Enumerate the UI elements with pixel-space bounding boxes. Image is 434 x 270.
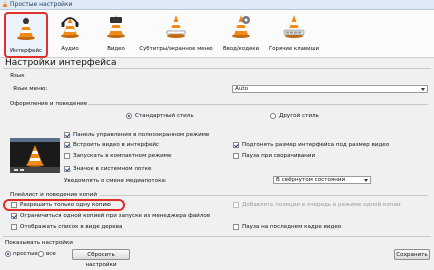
notify-label: Уведомлять о смене медиапотока: (64, 178, 167, 184)
page-title: Настройки интерфейса (5, 58, 117, 68)
tab-interface[interactable]: Интерфейс (4, 12, 48, 58)
audio-cone-headphones-icon (61, 17, 79, 38)
video-cone-icon (107, 15, 125, 38)
notify-select[interactable]: В свёрнутом состоянии (273, 176, 371, 184)
codecs-cone-icon (232, 15, 250, 38)
tab-hotkeys[interactable]: Горячие клавиши (266, 12, 322, 54)
pause-minimized-checkbox[interactable] (233, 153, 239, 159)
tab-subtitles[interactable]: Субтитры/экранное меню (136, 12, 216, 54)
window-titlebar: Простые настройки (0, 0, 434, 10)
hotkeys-cone-icon (283, 15, 305, 38)
tab-audio-label: Аудио (61, 46, 79, 52)
native-style-label: Стандартный стиль (135, 113, 194, 119)
playlist-tree-label: Отображать список в виде дерева (20, 224, 123, 230)
pause-minimized-label: Пауза при сворачивании (242, 153, 316, 159)
menu-language-value: Auto (235, 86, 248, 92)
embed-video-label: Встроить видео в интерфейс (73, 142, 160, 148)
minimal-mode-checkbox[interactable] (64, 153, 70, 159)
tab-codecs[interactable]: Ввод/кодеки (218, 12, 264, 54)
other-style-radio[interactable] (270, 113, 276, 119)
chevron-down-icon (421, 88, 425, 91)
tab-video[interactable]: Видео (98, 12, 134, 54)
embed-video-checkbox[interactable] (64, 142, 70, 148)
notify-value: В свёрнутом состоянии (276, 177, 346, 183)
divider (3, 68, 431, 69)
menu-language-label: Язык меню: (13, 86, 48, 92)
divider (100, 195, 428, 196)
systray-icon-label: Значок в системном лотке (73, 166, 152, 172)
tab-subtitles-label: Субтитры/экранное меню (139, 46, 213, 52)
one-instance-file-manager-label: Ограничиться одной копией при запуске из… (20, 213, 211, 219)
enqueue-one-instance-label: Добавлять позиции в очередь в режиме одн… (242, 202, 401, 208)
enqueue-one-instance-checkbox[interactable] (233, 202, 239, 208)
save-button[interactable]: Сохранить (394, 249, 430, 260)
tab-codecs-label: Ввод/кодеки (222, 46, 260, 52)
category-toolbar: Интерфейс Аудио Видео Субтитры/экранное … (0, 10, 434, 58)
language-section-title: Язык (10, 73, 25, 79)
tab-hotkeys-label: Горячие клавиши (268, 46, 320, 52)
menu-language-select[interactable]: Auto (232, 85, 428, 93)
show-all-radio[interactable] (38, 251, 44, 257)
tab-interface-label: Интерфейс (10, 48, 42, 54)
reset-preferences-button[interactable]: Сбросить настройки (72, 249, 130, 268)
divider (3, 236, 431, 237)
interface-cone-icon (17, 17, 35, 40)
look-section-title: Оформление и поведение (10, 101, 88, 107)
subtitles-cone-icon (166, 15, 186, 38)
interface-preview-image (10, 138, 60, 173)
show-settings-label: Показывать настройки (5, 240, 73, 246)
pause-last-frame-checkbox[interactable] (233, 224, 239, 230)
chevron-down-icon (364, 179, 368, 182)
native-style-radio[interactable] (126, 113, 132, 119)
pause-last-frame-label: Пауза на последнем кадре видео (242, 224, 342, 230)
tab-video-label: Видео (107, 46, 125, 52)
playlist-section-title: Плейлист и поведение копий (10, 192, 97, 198)
divider (88, 104, 428, 105)
fullscreen-controller-label: Панель управления в полноэкранном режиме (73, 132, 210, 138)
playlist-tree-checkbox[interactable] (11, 224, 17, 230)
minimal-mode-label: Запускать в компактном режиме (73, 153, 172, 159)
one-instance-label: Разрешить только одну копию (20, 202, 111, 208)
one-instance-checkbox[interactable] (11, 202, 17, 208)
show-simple-label: простые (13, 251, 38, 257)
vlc-cone-icon (2, 1, 8, 7)
show-simple-radio[interactable] (5, 251, 11, 257)
other-style-label: Другой стиль (279, 113, 319, 119)
show-all-label: все (46, 251, 56, 257)
systray-icon-checkbox[interactable] (64, 166, 70, 172)
window-title: Простые настройки (10, 1, 73, 8)
resize-interface-checkbox[interactable] (233, 142, 239, 148)
vlc-preview-cone-icon (10, 138, 60, 173)
resize-interface-label: Подгонять размер интерфейса под размер в… (242, 142, 390, 148)
one-instance-file-manager-checkbox[interactable] (11, 213, 17, 219)
tab-audio[interactable]: Аудио (52, 12, 88, 54)
fullscreen-controller-checkbox[interactable] (64, 132, 70, 138)
